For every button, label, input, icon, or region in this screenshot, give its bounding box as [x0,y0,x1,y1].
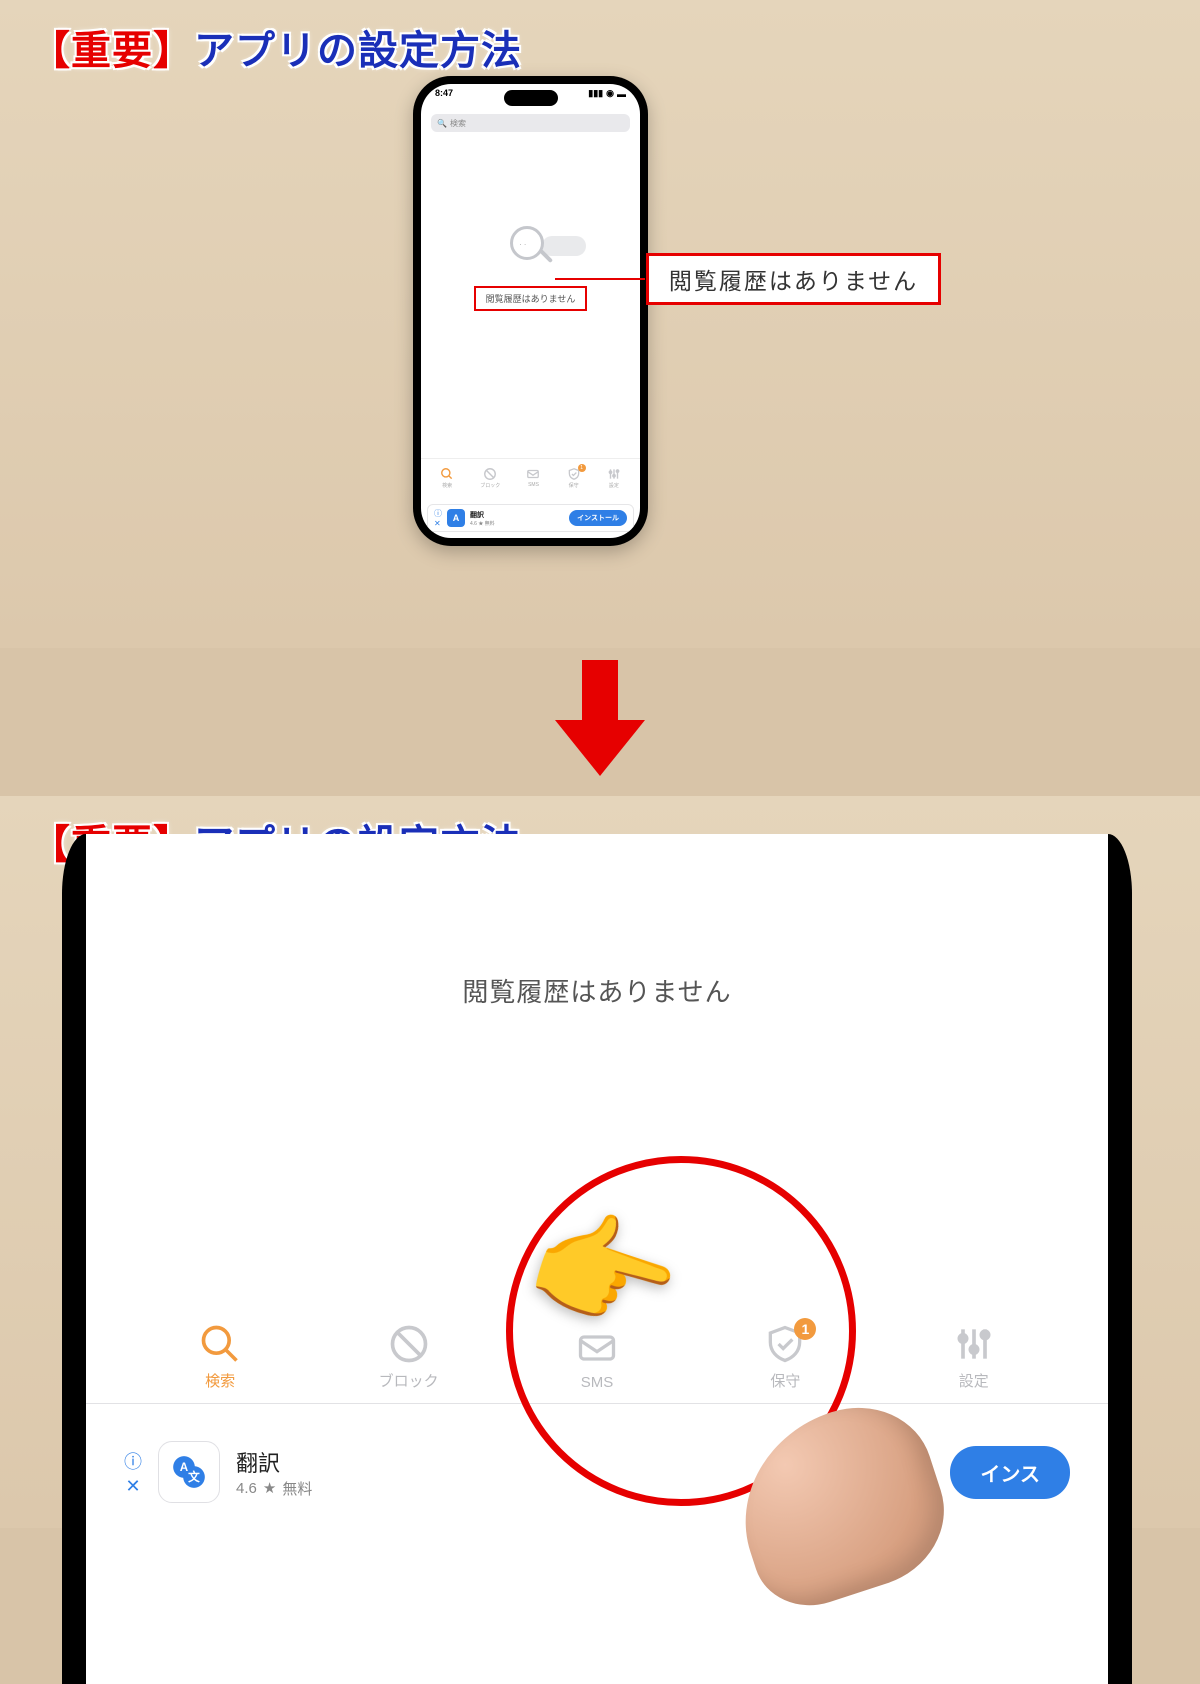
tab-block[interactable]: ブロック [364,1322,454,1391]
tab-block[interactable]: ブロック [480,467,500,489]
tutorial-panel-bottom: 【重要】アプリの設定方法 閲覧履歴はありません 検索 ブロック [0,796,1200,1528]
ad-banner: ⓘ✕ A 翻訳 4.6 ★ 無料 インストール [427,504,634,532]
empty-message: 閲覧履歴はありません [86,972,1108,1009]
empty-message-boxed: 閲覧履歴はありません [474,286,588,311]
phone-screen-small: 8:47 ▮▮▮ ◉ ▬ 🔍 検索 . . 閲覧履歴はありません [421,84,640,538]
tab-bar: 検索 ブロック SMS 1 [421,458,640,496]
empty-magnifier-icon: . . [508,224,554,270]
ad-meta: 翻訳 4.6 ★ 無料 [236,1446,312,1499]
sliders-icon [607,467,621,481]
status-time: 8:47 [435,88,453,99]
tab-label: ブロック [379,1370,439,1391]
callout-label: 閲覧履歴はありません [646,253,941,305]
tab-settings[interactable]: 設定 [607,467,621,489]
search-input[interactable]: 🔍 検索 [431,114,630,132]
wifi-icon: ◉ [606,88,614,99]
install-button[interactable]: インス [950,1446,1070,1499]
phone-mockup-small: 8:47 ▮▮▮ ◉ ▬ 🔍 検索 . . 閲覧履歴はありません [413,76,648,546]
star-icon: ★ [263,1479,276,1497]
tab-sms[interactable]: SMS [526,467,540,488]
search-icon: 🔍 [437,119,447,128]
ad-app-icon: A 文 [158,1441,220,1503]
block-icon [483,467,497,481]
tab-search[interactable]: 検索 [175,1322,265,1391]
badge-count: 1 [578,464,586,472]
tab-settings[interactable]: 設定 [929,1322,1019,1391]
title-rest: アプリの設定方法 [194,29,522,73]
ad-close-icon[interactable]: ⓘ✕ [124,1448,142,1497]
tab-protect[interactable]: 1 保守 [740,1322,830,1391]
battery-icon: ▬ [617,89,626,99]
tutorial-title: 【重要】アプリの設定方法 [30,18,522,76]
envelope-icon [526,467,540,481]
tab-protect[interactable]: 1 保守 [567,467,581,489]
ad-meta: 翻訳 4.6 ★ 無料 [470,510,564,527]
tab-label: 保守 [569,482,579,489]
ad-app-icon: A [447,509,465,527]
block-icon [387,1322,431,1366]
search-icon [440,467,454,481]
tab-search[interactable]: 検索 [440,467,454,489]
dynamic-island [504,90,558,106]
tab-label: SMS [581,1374,614,1391]
tab-label: 保守 [770,1370,800,1391]
ad-rating: 4.6 [236,1480,257,1497]
signal-icon: ▮▮▮ [588,88,603,99]
search-icon [198,1322,242,1366]
tab-label: 設定 [609,482,619,489]
tab-label: 設定 [959,1370,989,1391]
tutorial-panel-top: 【重要】アプリの設定方法 8:47 ▮▮▮ ◉ ▬ 🔍 検索 [0,0,1200,648]
svg-text:文: 文 [187,1470,200,1484]
tab-label: SMS [528,482,539,488]
sliders-icon [952,1322,996,1366]
ad-price: 無料 [282,1478,312,1499]
search-placeholder: 検索 [450,118,466,129]
tab-label: 検索 [205,1370,235,1391]
install-button[interactable]: インストール [569,510,627,526]
tab-label: ブロック [480,482,500,489]
ad-app-name: 翻訳 [236,1446,312,1478]
title-important: 【重要】 [30,29,194,73]
down-arrow-icon [555,660,645,780]
badge-count: 1 [794,1318,816,1340]
ad-app-name: 翻訳 [470,510,564,520]
ad-close-icon[interactable]: ⓘ✕ [434,508,442,528]
callout-connector [555,278,645,280]
tab-label: 検索 [442,482,452,489]
empty-state: . . 閲覧履歴はありません [421,224,640,311]
